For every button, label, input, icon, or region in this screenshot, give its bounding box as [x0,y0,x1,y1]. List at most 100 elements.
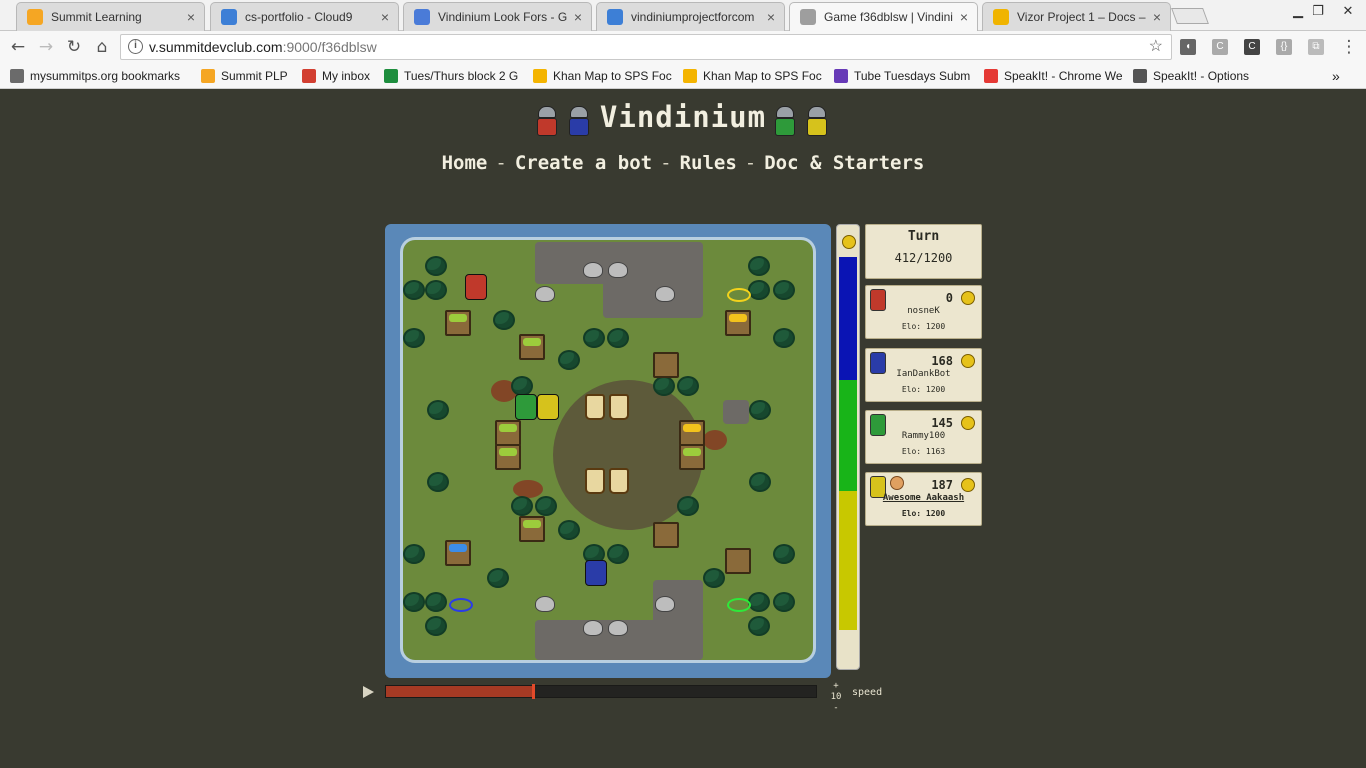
speakit-extension-icon[interactable]: ◖ [1180,39,1196,55]
speed-control[interactable]: + 10 - [829,681,843,714]
tree [558,350,580,370]
home-icon[interactable]: ⌂ [91,37,113,59]
gold-mine [445,310,471,336]
extension-code-icon[interactable]: {} [1276,39,1292,55]
boulder [535,596,555,612]
turn-counter: 412/1200 [894,251,953,265]
sun-icon [27,9,43,25]
tab-title: Vindinium Look Fors - Go [438,10,567,24]
close-window-icon[interactable]: ✕ [1338,4,1358,19]
close-tab-icon[interactable]: × [571,9,585,25]
nav-doc-starters[interactable]: Doc & Starters [764,152,924,174]
player-elo: Elo: 1200 [901,509,946,518]
minimize-icon[interactable]: ▁ [1288,4,1308,19]
bookmark-item[interactable]: Khan Map to SPS Foc [533,67,676,85]
speed-down-button[interactable]: - [829,703,843,714]
new-tab-button[interactable] [1171,8,1209,24]
close-tab-icon[interactable]: × [764,9,778,25]
browser-tab[interactable]: cs-portfolio - Cloud9 × [210,2,399,31]
gold-mine [519,516,545,542]
tree [427,400,449,420]
coin-icon [961,416,975,430]
boulder [655,286,675,302]
tree [403,544,425,564]
site-title: Vindinium [599,100,767,134]
tree [558,520,580,540]
tree [677,376,699,396]
browser-tab[interactable]: Game f36dblsw | Vindini × [789,2,978,31]
chrome-menu-icon[interactable]: ⋮ [1338,37,1360,59]
drive-icon [533,69,547,83]
gold-share-segment [839,380,857,491]
player-gold: 0 [945,291,953,305]
tree [403,592,425,612]
bookmark-item[interactable]: Tues/Thurs block 2 G [384,67,526,85]
speaker-icon [1133,69,1147,83]
reload-icon[interactable]: ↻ [63,37,85,59]
gold-mine [679,444,705,470]
boulder [583,620,603,636]
extension-c-icon[interactable]: C [1212,39,1228,55]
bookmark-item[interactable]: Summit PLP [201,67,296,85]
gold-share-bar [836,224,860,670]
extension-copy-icon[interactable]: ⧉ [1308,39,1324,55]
bookmark-label: My inbox [322,69,371,83]
gold-mine [725,548,751,574]
replay-progress-bar[interactable] [385,684,817,699]
nav-rules[interactable]: Rules [680,152,737,174]
coin-icon [961,478,975,492]
more-bookmarks-icon[interactable]: » [1332,67,1340,85]
tree [607,544,629,564]
bookmark-item[interactable]: SpeakIt! - Chrome We [984,67,1124,85]
google-docs-icon [414,9,430,25]
boulder [655,596,675,612]
green-hero-sprite [515,394,537,420]
close-tab-icon[interactable]: × [1150,9,1164,25]
forward-arrow-icon[interactable]: → [35,37,57,59]
extension-c-dark-icon[interactable]: C [1244,39,1260,55]
close-tab-icon[interactable]: × [957,9,971,25]
play-icon[interactable] [363,686,374,698]
green-spawn-marker [727,598,751,612]
bookmark-label: Tues/Thurs block 2 G [404,69,519,83]
tree [703,568,725,588]
gold-mine [519,334,545,360]
back-arrow-icon[interactable]: ← [7,37,29,59]
browser-tab[interactable]: Vizor Project 1 – Docs – × [982,2,1171,31]
address-bar[interactable]: i v.summitdevclub.com:9000/f36dblsw ☆ [120,34,1172,60]
maximize-icon[interactable]: ❐ [1308,4,1328,19]
player-name: nosneK [907,306,940,316]
tree [425,616,447,636]
bookmark-item[interactable]: My inbox [302,67,380,85]
browser-tab[interactable]: vindiniumprojectforcom × [596,2,785,31]
browser-tab[interactable]: Vindinium Look Fors - Go × [403,2,592,31]
speed-up-button[interactable]: + [829,681,843,692]
turn-card: Turn 412/1200 [865,224,982,279]
bookmark-item[interactable]: mysummitps.org bookmarks [10,67,195,85]
browser-tab[interactable]: Summit Learning × [16,2,205,31]
close-tab-icon[interactable]: × [184,9,198,25]
bookmark-item[interactable]: Khan Map to SPS Foc [683,67,826,85]
player-gold: 145 [931,416,953,430]
nav-home[interactable]: Home [442,152,488,174]
tree [749,400,771,420]
tree [607,328,629,348]
progress-knob[interactable] [532,684,535,699]
rock-area [723,400,749,424]
bookmark-item[interactable]: Tube Tuesdays Subm [834,67,977,85]
gold-mine [653,352,679,378]
close-tab-icon[interactable]: × [378,9,392,25]
tavern-beer-icon [609,394,629,420]
tab-title: Summit Learning [51,10,142,24]
bookmark-star-icon[interactable]: ☆ [1149,35,1163,59]
yellow-spawn-marker [727,288,751,302]
player-card: 168 IanDankBot Elo: 1200 [865,348,982,402]
player-name[interactable]: Awesome Aakaash [866,493,981,503]
player-elo: Elo: 1163 [901,447,946,456]
tree [403,280,425,300]
tree [493,310,515,330]
nav-create-bot[interactable]: Create a bot [515,152,652,174]
bookmark-item[interactable]: SpeakIt! - Options [1133,67,1263,85]
info-icon[interactable]: i [128,39,143,54]
bookmark-label: Khan Map to SPS Foc [553,69,672,83]
